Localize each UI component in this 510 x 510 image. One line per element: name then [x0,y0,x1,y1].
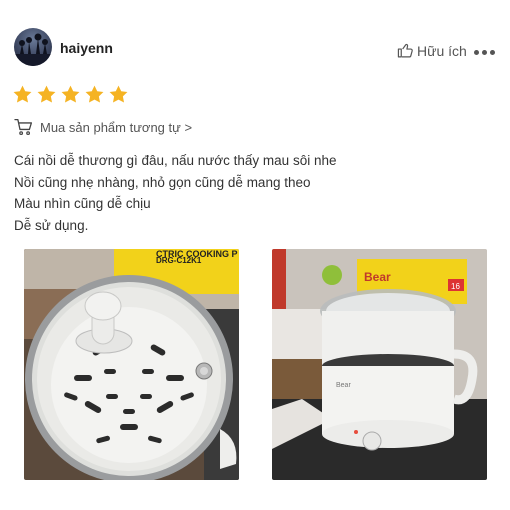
username[interactable]: haiyenn [60,40,113,56]
buy-similar-label: Mua sản phẩm tương tự > [40,119,193,135]
star-icon [37,85,56,103]
helpful-button[interactable]: Hữu ích [397,42,467,59]
star-icon [61,85,80,103]
review-photo[interactable]: Bear 16 Bear [272,249,487,480]
more-options-icon[interactable] [474,50,495,55]
star-icon [13,85,32,103]
box-text-title: CTRIC COOKING P [156,249,238,259]
review-line: Cái nồi dễ thương gì đâu, nấu nước thấy … [14,153,337,168]
box-brand-text: Bear [364,270,391,284]
review-photo[interactable]: DRG-C12K1 CTRIC COOKING P [24,249,239,480]
avatar-image [14,33,52,66]
star-rating [12,84,129,105]
cart-icon [14,118,33,136]
buy-similar-link[interactable]: Mua sản phẩm tương tự > [14,118,192,136]
review-line: Nồi cũng nhẹ nhàng, nhỏ gọn cũng dễ mang… [14,174,311,190]
user-avatar[interactable] [14,28,52,66]
steamer-photo: DRG-C12K1 CTRIC COOKING P [24,249,239,480]
thumbs-up-icon [397,43,413,58]
cooking-pot-photo: Bear 16 Bear [272,249,487,480]
helpful-label: Hữu ích [417,42,467,59]
review-text: Cái nồi dễ thương gì đâu, nấu nước thấy … [14,150,336,236]
review-line: Màu nhìn cũng dễ chịu [14,196,151,211]
pot-brand-logo: Bear [336,382,351,389]
box-size-text: 16 [451,282,460,291]
star-icon [109,85,128,103]
star-icon [85,85,104,103]
review-line: Dễ sử dụng. [14,217,89,233]
